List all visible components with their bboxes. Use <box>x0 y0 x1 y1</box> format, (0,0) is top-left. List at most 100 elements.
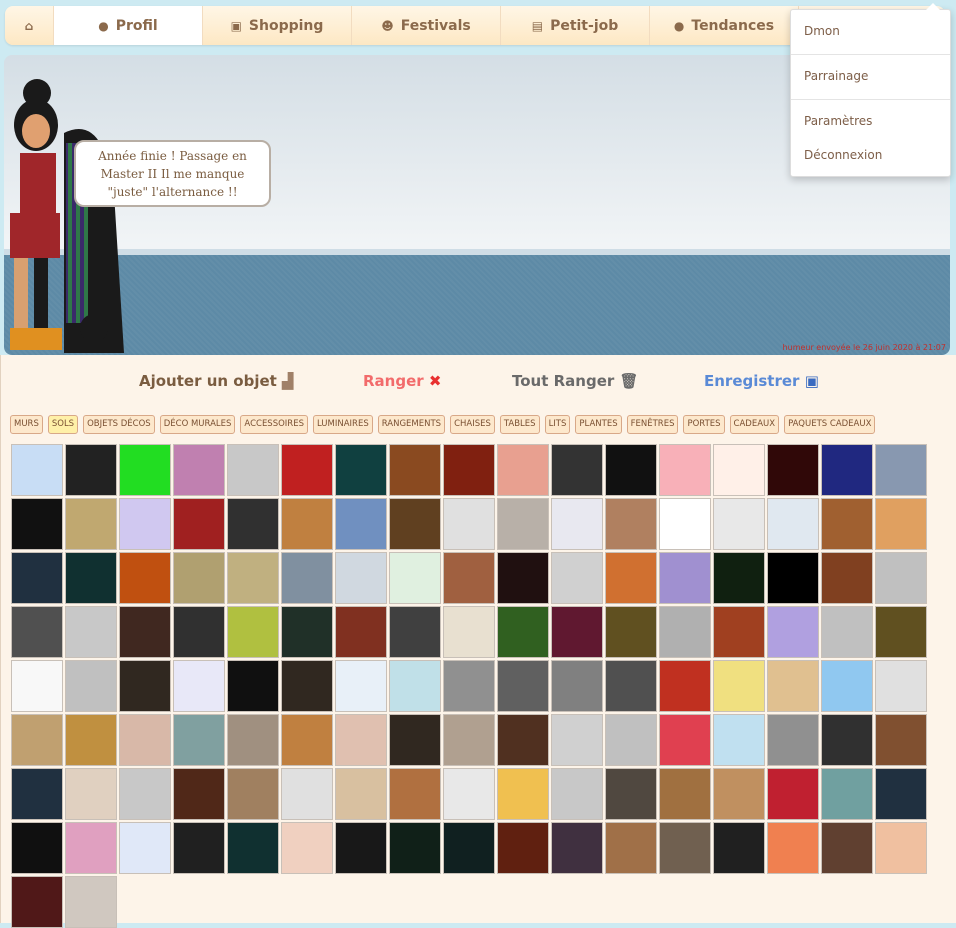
floor-item-tile[interactable] <box>65 714 117 766</box>
floor-item-tile[interactable] <box>767 606 819 658</box>
floor-item-tile[interactable] <box>443 444 495 496</box>
floor-item-tile[interactable] <box>227 552 279 604</box>
floor-item-tile[interactable] <box>227 660 279 712</box>
floor-item-tile[interactable] <box>767 714 819 766</box>
category-tab[interactable]: OBJETS DÉCOS <box>83 415 155 434</box>
floor-item-tile[interactable] <box>335 444 387 496</box>
floor-item-tile[interactable] <box>713 498 765 550</box>
category-tab[interactable]: PAQUETS CADEAUX <box>784 415 876 434</box>
floor-item-tile[interactable] <box>875 660 927 712</box>
floor-item-tile[interactable] <box>551 822 603 874</box>
floor-item-tile[interactable] <box>65 498 117 550</box>
floor-item-tile[interactable] <box>659 822 711 874</box>
floor-item-tile[interactable] <box>443 714 495 766</box>
floor-item-tile[interactable] <box>389 444 441 496</box>
floor-item-tile[interactable] <box>551 552 603 604</box>
floor-item-tile[interactable] <box>659 498 711 550</box>
floor-item-tile[interactable] <box>173 714 225 766</box>
floor-item-tile[interactable] <box>173 552 225 604</box>
floor-item-tile[interactable] <box>173 660 225 712</box>
floor-item-tile[interactable] <box>659 714 711 766</box>
category-tab[interactable]: CHAISES <box>450 415 495 434</box>
floor-item-tile[interactable] <box>11 660 63 712</box>
floor-item-tile[interactable] <box>281 552 333 604</box>
floor-item-tile[interactable] <box>389 498 441 550</box>
floor-item-tile[interactable] <box>11 444 63 496</box>
category-tab[interactable]: TABLES <box>499 415 540 434</box>
floor-item-tile[interactable] <box>821 822 873 874</box>
floor-item-tile[interactable] <box>389 822 441 874</box>
floor-item-tile[interactable] <box>767 822 819 874</box>
floor-item-tile[interactable] <box>173 444 225 496</box>
floor-item-tile[interactable] <box>605 444 657 496</box>
floor-item-tile[interactable] <box>605 714 657 766</box>
floor-item-tile[interactable] <box>767 768 819 820</box>
floor-item-tile[interactable] <box>659 444 711 496</box>
floor-item-tile[interactable] <box>227 768 279 820</box>
floor-item-tile[interactable] <box>875 444 927 496</box>
floor-item-tile[interactable] <box>119 606 171 658</box>
floor-item-tile[interactable] <box>11 552 63 604</box>
floor-item-tile[interactable] <box>119 444 171 496</box>
floor-item-tile[interactable] <box>767 444 819 496</box>
floor-item-tile[interactable] <box>713 660 765 712</box>
nav-tab-home[interactable]: ⌂ <box>5 6 54 45</box>
floor-item-tile[interactable] <box>173 822 225 874</box>
category-tab[interactable]: CADEAUX <box>729 415 780 434</box>
floor-item-tile[interactable] <box>821 768 873 820</box>
floor-item-tile[interactable] <box>821 660 873 712</box>
category-tab[interactable]: MURS <box>10 415 43 434</box>
nav-tab-profil[interactable]: ● Profil <box>54 6 203 45</box>
floor-item-tile[interactable] <box>119 498 171 550</box>
floor-item-tile[interactable] <box>65 822 117 874</box>
floor-item-tile[interactable] <box>443 822 495 874</box>
add-object-button[interactable]: Ajouter un objet ▟ <box>139 372 294 390</box>
floor-item-tile[interactable] <box>659 552 711 604</box>
menu-item-dmon[interactable]: Dmon <box>804 24 840 38</box>
floor-item-tile[interactable] <box>389 606 441 658</box>
floor-item-tile[interactable] <box>497 660 549 712</box>
floor-item-tile[interactable] <box>65 660 117 712</box>
floor-item-tile[interactable] <box>335 498 387 550</box>
menu-item-parametres[interactable]: Paramètres <box>804 114 872 128</box>
floor-item-tile[interactable] <box>605 606 657 658</box>
floor-item-tile[interactable] <box>551 444 603 496</box>
floor-item-tile[interactable] <box>335 768 387 820</box>
floor-item-tile[interactable] <box>713 606 765 658</box>
category-tab[interactable]: SOLS <box>47 415 79 434</box>
floor-item-tile[interactable] <box>875 552 927 604</box>
floor-item-tile[interactable] <box>875 498 927 550</box>
floor-item-tile[interactable] <box>389 714 441 766</box>
floor-item-tile[interactable] <box>119 822 171 874</box>
floor-item-tile[interactable] <box>443 606 495 658</box>
floor-item-tile[interactable] <box>551 714 603 766</box>
floor-item-tile[interactable] <box>11 606 63 658</box>
floor-item-tile[interactable] <box>65 606 117 658</box>
floor-item-tile[interactable] <box>11 822 63 874</box>
floor-item-tile[interactable] <box>659 660 711 712</box>
floor-item-tile[interactable] <box>389 660 441 712</box>
floor-item-tile[interactable] <box>389 768 441 820</box>
floor-item-tile[interactable] <box>65 552 117 604</box>
menu-item-parrainage[interactable]: Parrainage <box>804 69 868 83</box>
nav-tab-petit-job[interactable]: ▤ Petit-job <box>501 6 650 45</box>
floor-item-tile[interactable] <box>227 714 279 766</box>
nav-tab-tendances[interactable]: ● Tendances <box>650 6 799 45</box>
floor-item-tile[interactable] <box>227 498 279 550</box>
floor-item-tile[interactable] <box>281 444 333 496</box>
floor-item-tile[interactable] <box>497 444 549 496</box>
floor-item-tile[interactable] <box>335 822 387 874</box>
floor-item-tile[interactable] <box>497 768 549 820</box>
floor-item-tile[interactable] <box>821 552 873 604</box>
floor-item-tile[interactable] <box>11 498 63 550</box>
floor-item-tile[interactable] <box>119 714 171 766</box>
floor-item-tile[interactable] <box>119 552 171 604</box>
category-tab[interactable]: PORTES <box>683 415 725 434</box>
floor-item-tile[interactable] <box>767 660 819 712</box>
floor-item-tile[interactable] <box>227 444 279 496</box>
floor-item-tile[interactable] <box>11 768 63 820</box>
floor-item-tile[interactable] <box>443 498 495 550</box>
floor-item-tile[interactable] <box>713 822 765 874</box>
floor-item-tile[interactable] <box>11 714 63 766</box>
floor-item-tile[interactable] <box>821 498 873 550</box>
